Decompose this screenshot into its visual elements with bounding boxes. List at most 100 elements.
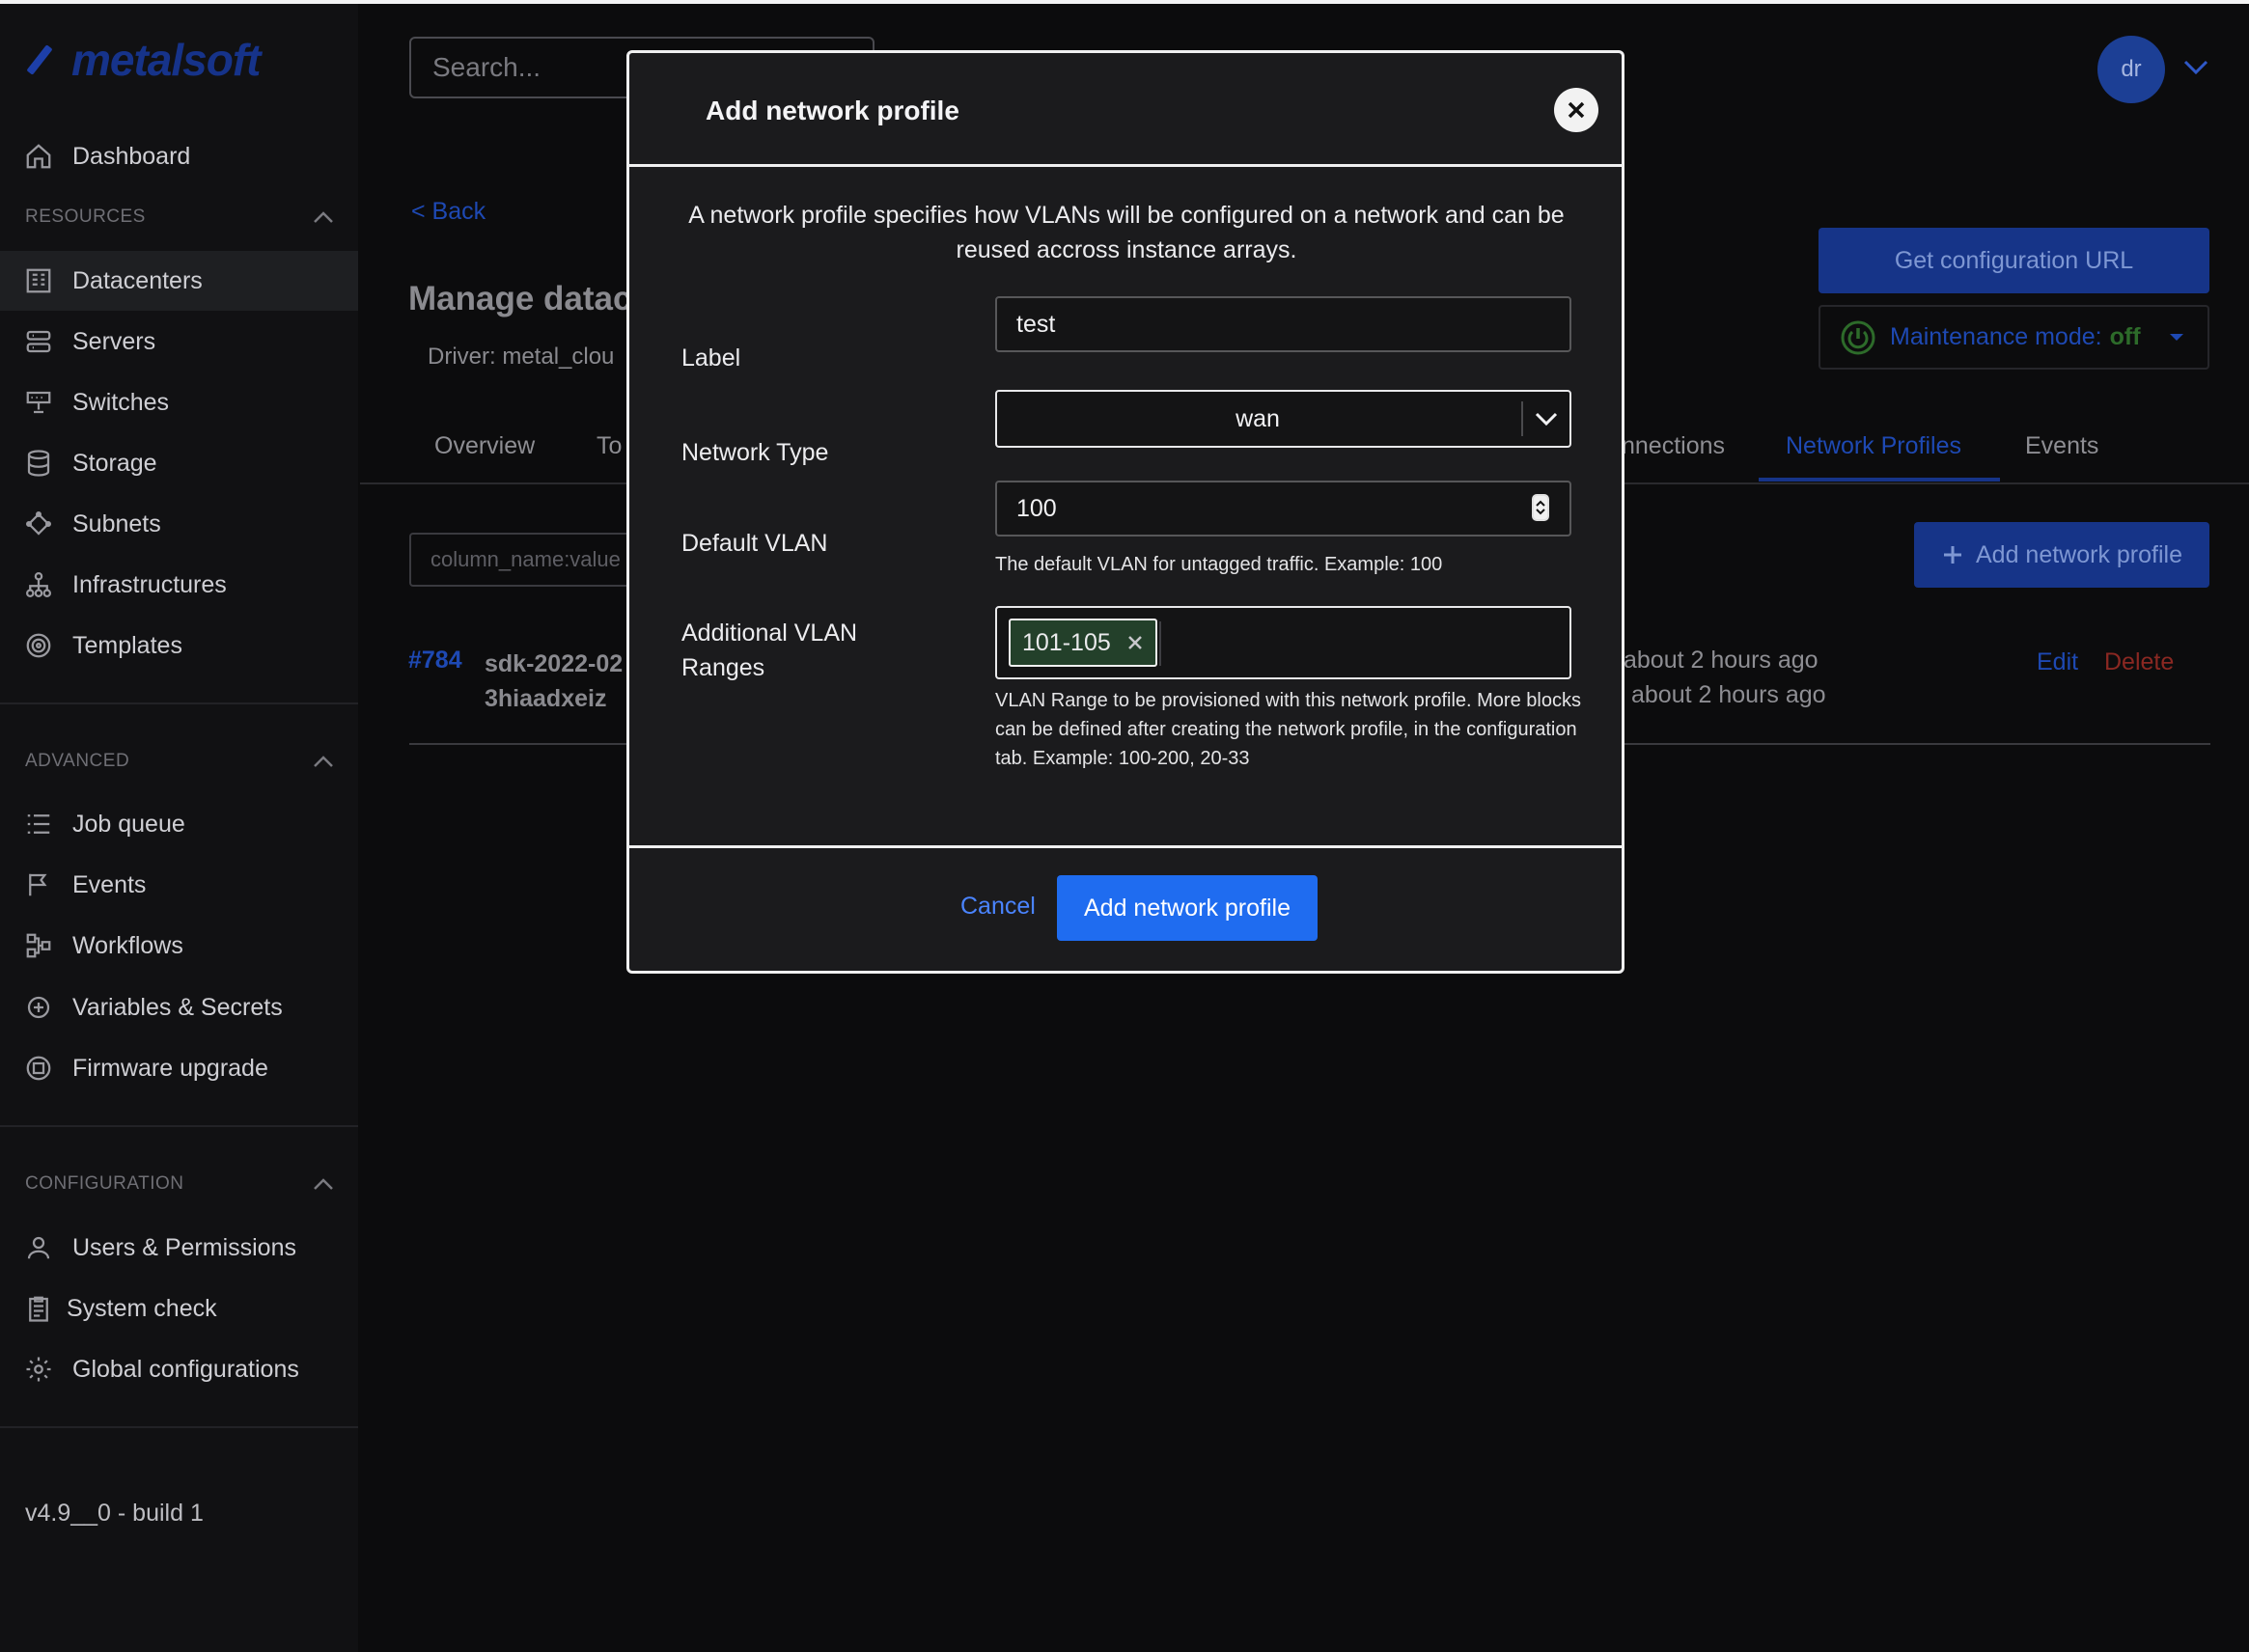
sidebar-item-datacenters[interactable]: Datacenters <box>0 251 358 311</box>
tab-to[interactable]: To <box>597 432 622 460</box>
row-name-line2: 3hiaadxeiz <box>485 685 607 712</box>
logo[interactable]: metalsoft <box>23 31 261 89</box>
hierarchy-icon <box>24 570 53 599</box>
tab-network-profiles[interactable]: Network Profiles <box>1786 432 1961 460</box>
sidebar-item-label: Storage <box>72 449 157 477</box>
sidebar-item-workflows[interactable]: Workflows <box>0 916 358 976</box>
sidebar-item-firmware-upgrade[interactable]: Firmware upgrade <box>0 1038 358 1098</box>
sidebar-item-label: Events <box>72 870 147 898</box>
row-name-line1: sdk-2022-02 <box>485 650 624 677</box>
secrets-icon <box>24 993 53 1022</box>
firmware-icon <box>24 1054 53 1083</box>
flag-icon <box>24 870 53 899</box>
building-icon <box>24 266 53 295</box>
sidebar-item-label: Job queue <box>72 810 185 838</box>
switch-icon <box>24 388 53 417</box>
vlan-range-tag-label: 101-105 <box>1022 628 1111 656</box>
sidebar-item-label: Workflows <box>72 931 183 959</box>
additional-vlan-label-line1: Additional VLAN <box>681 620 858 647</box>
sidebar-item-subnets[interactable]: Subnets <box>0 494 358 554</box>
chevron-up-icon <box>314 211 333 223</box>
close-icon <box>1568 101 1585 119</box>
modal-title: Add network profile <box>706 96 959 125</box>
sidebar-item-global-configurations[interactable]: Global configurations <box>0 1339 358 1399</box>
sidebar-item-job-queue[interactable]: Job queue <box>0 794 358 854</box>
plus-icon <box>1943 546 1961 564</box>
modal-description: A network profile specifies how VLANs wi… <box>688 202 1565 263</box>
sidebar-divider <box>0 1426 358 1428</box>
sidebar-item-label: Global configurations <box>72 1355 299 1383</box>
sidebar-item-label: Infrastructures <box>72 570 227 598</box>
logo-mark <box>26 44 53 75</box>
list-icon <box>24 810 53 839</box>
tab-overview[interactable]: Overview <box>434 432 535 460</box>
sidebar-divider <box>0 702 358 704</box>
edit-link[interactable]: Edit <box>2037 648 2078 676</box>
add-network-profile-submit-button[interactable]: Add network profile <box>1057 875 1318 941</box>
default-vlan-input[interactable]: 100 <box>995 481 1571 537</box>
tab-events[interactable]: Events <box>2025 432 2098 460</box>
maintenance-value: off <box>2109 323 2141 350</box>
sidebar: metalsoft Dashboard RESOURCES Datacenter… <box>0 4 358 1652</box>
chevron-up-icon <box>314 1178 333 1190</box>
sidebar-item-users-permissions[interactable]: Users & Permissions <box>0 1218 358 1278</box>
section-title: CONFIGURATION <box>25 1173 184 1194</box>
maintenance-mode-dropdown[interactable]: Maintenance mode: off <box>1819 305 2209 370</box>
sidebar-item-label: Variables & Secrets <box>72 993 283 1021</box>
sidebar-item-infrastructures[interactable]: Infrastructures <box>0 555 358 615</box>
select-separator <box>1521 401 1523 436</box>
sidebar-item-label: Switches <box>72 388 170 416</box>
default-vlan-label: Default VLAN <box>681 530 828 557</box>
sidebar-item-label: Datacenters <box>72 266 203 294</box>
delete-link[interactable]: Delete <box>2104 648 2174 676</box>
vlan-range-tag: 101-105 <box>1009 619 1157 667</box>
chevron-up-icon <box>314 756 333 767</box>
label-input-value: test <box>1016 310 1056 338</box>
sidebar-divider <box>0 1125 358 1127</box>
sidebar-item-label: Templates <box>72 631 182 659</box>
sidebar-item-servers[interactable]: Servers <box>0 312 358 372</box>
sidebar-item-switches[interactable]: Switches <box>0 372 358 432</box>
row-updated: about 2 hours ago <box>1631 681 1826 708</box>
sidebar-item-variables-secrets[interactable]: Variables & Secrets <box>0 977 358 1037</box>
sidebar-item-system-check[interactable]: System check <box>0 1279 358 1338</box>
sidebar-item-label: Users & Permissions <box>72 1233 296 1261</box>
label-input[interactable]: test <box>995 296 1571 352</box>
avatar[interactable]: dr <box>2097 36 2165 103</box>
gear-icon <box>24 1355 53 1384</box>
sidebar-item-events[interactable]: Events <box>0 855 358 915</box>
sidebar-item-label: System check <box>67 1294 217 1322</box>
remove-tag-icon[interactable] <box>1126 634 1144 651</box>
power-icon <box>1841 320 1875 354</box>
cancel-button[interactable]: Cancel <box>960 893 1036 921</box>
row-id-link[interactable]: #784 <box>408 647 462 675</box>
server-icon <box>24 327 53 356</box>
section-resources[interactable]: RESOURCES <box>25 206 334 228</box>
add-network-profile-modal: Add network profile A network profile sp… <box>626 50 1624 974</box>
sidebar-item-storage[interactable]: Storage <box>0 433 358 493</box>
network-type-value: wan <box>1236 404 1280 432</box>
network-type-select[interactable]: wan <box>995 390 1571 448</box>
number-spinner-icon[interactable] <box>1532 494 1549 521</box>
close-button[interactable] <box>1554 88 1598 132</box>
maintenance-label: Maintenance mode: <box>1890 323 2102 350</box>
modal-footer-divider <box>629 845 1622 848</box>
section-title: RESOURCES <box>25 206 146 227</box>
chevron-down-icon[interactable] <box>2183 60 2208 75</box>
section-configuration[interactable]: CONFIGURATION <box>25 1173 334 1195</box>
chevron-down-icon <box>1535 412 1558 427</box>
get-configuration-url-button[interactable]: Get configuration URL <box>1819 228 2209 293</box>
section-advanced[interactable]: ADVANCED <box>25 751 334 772</box>
sidebar-item-dashboard[interactable]: Dashboard <box>0 126 358 186</box>
back-link[interactable]: < Back <box>411 198 486 226</box>
clipboard-icon <box>24 1294 53 1323</box>
additional-vlan-tags-input[interactable]: 101-105 <box>995 606 1571 679</box>
templates-icon <box>24 631 53 660</box>
row-created: about 2 hours ago <box>1624 647 1819 674</box>
sidebar-item-templates[interactable]: Templates <box>0 616 358 675</box>
label-field-label: Label <box>681 344 741 372</box>
page-title: Manage datac <box>408 280 632 317</box>
tab-connections[interactable]: nnections <box>1622 432 1725 460</box>
database-icon <box>24 449 53 478</box>
add-network-profile-button[interactable]: Add network profile <box>1914 522 2209 588</box>
